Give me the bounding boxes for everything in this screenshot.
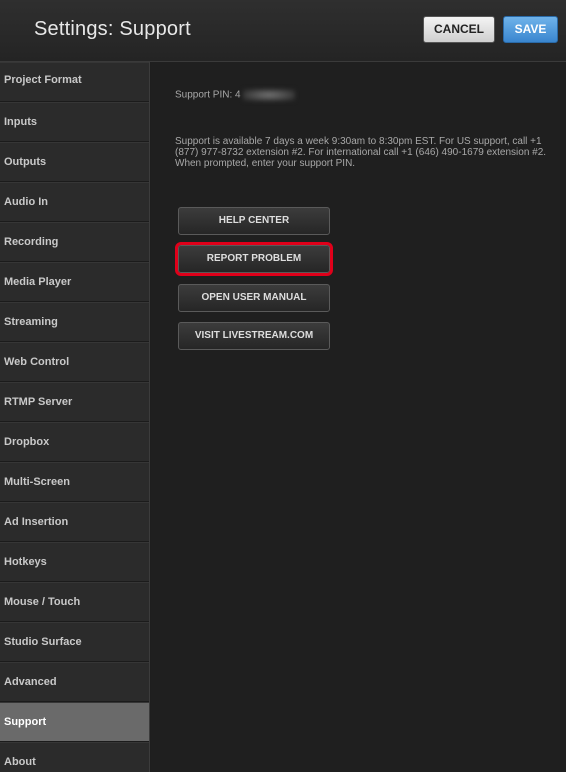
sidebar-item-streaming[interactable]: Streaming <box>0 302 149 342</box>
settings-sidebar: Project Format Inputs Outputs Audio In R… <box>0 62 150 772</box>
support-pin: Support PIN: 4 <box>175 89 295 101</box>
sidebar-item-mouse-touch[interactable]: Mouse / Touch <box>0 582 149 622</box>
support-info-text: Support is available 7 days a week 9:30a… <box>175 136 547 169</box>
save-button[interactable]: SAVE <box>503 16 558 43</box>
cancel-button[interactable]: CANCEL <box>423 16 495 43</box>
support-panel: Support PIN: 4 Support is available 7 da… <box>151 62 566 772</box>
title-bar: Settings: Support CANCEL SAVE <box>0 0 566 62</box>
sidebar-item-studio-surface[interactable]: Studio Surface <box>0 622 149 662</box>
settings-window: Settings: Support CANCEL SAVE Project Fo… <box>0 0 566 772</box>
sidebar-item-recording[interactable]: Recording <box>0 222 149 262</box>
support-pin-redacted <box>242 89 295 101</box>
sidebar-item-project-format[interactable]: Project Format <box>0 62 149 102</box>
sidebar-item-hotkeys[interactable]: Hotkeys <box>0 542 149 582</box>
report-problem-button[interactable]: REPORT PROBLEM <box>175 242 333 276</box>
support-pin-label: Support PIN: 4 <box>175 89 241 101</box>
sidebar-item-about[interactable]: About <box>0 742 149 772</box>
sidebar-item-inputs[interactable]: Inputs <box>0 102 149 142</box>
sidebar-item-dropbox[interactable]: Dropbox <box>0 422 149 462</box>
help-center-button[interactable]: HELP CENTER <box>178 207 330 235</box>
sidebar-item-advanced[interactable]: Advanced <box>0 662 149 702</box>
open-user-manual-button[interactable]: OPEN USER MANUAL <box>178 284 330 312</box>
sidebar-item-media-player[interactable]: Media Player <box>0 262 149 302</box>
sidebar-item-outputs[interactable]: Outputs <box>0 142 149 182</box>
sidebar-item-rtmp-server[interactable]: RTMP Server <box>0 382 149 422</box>
visit-livestream-button[interactable]: VISIT LIVESTREAM.COM <box>178 322 330 350</box>
page-title: Settings: Support <box>34 18 191 40</box>
sidebar-item-support[interactable]: Support <box>0 702 149 742</box>
sidebar-item-multi-screen[interactable]: Multi-Screen <box>0 462 149 502</box>
sidebar-item-web-control[interactable]: Web Control <box>0 342 149 382</box>
sidebar-item-audio-in[interactable]: Audio In <box>0 182 149 222</box>
sidebar-item-ad-insertion[interactable]: Ad Insertion <box>0 502 149 542</box>
